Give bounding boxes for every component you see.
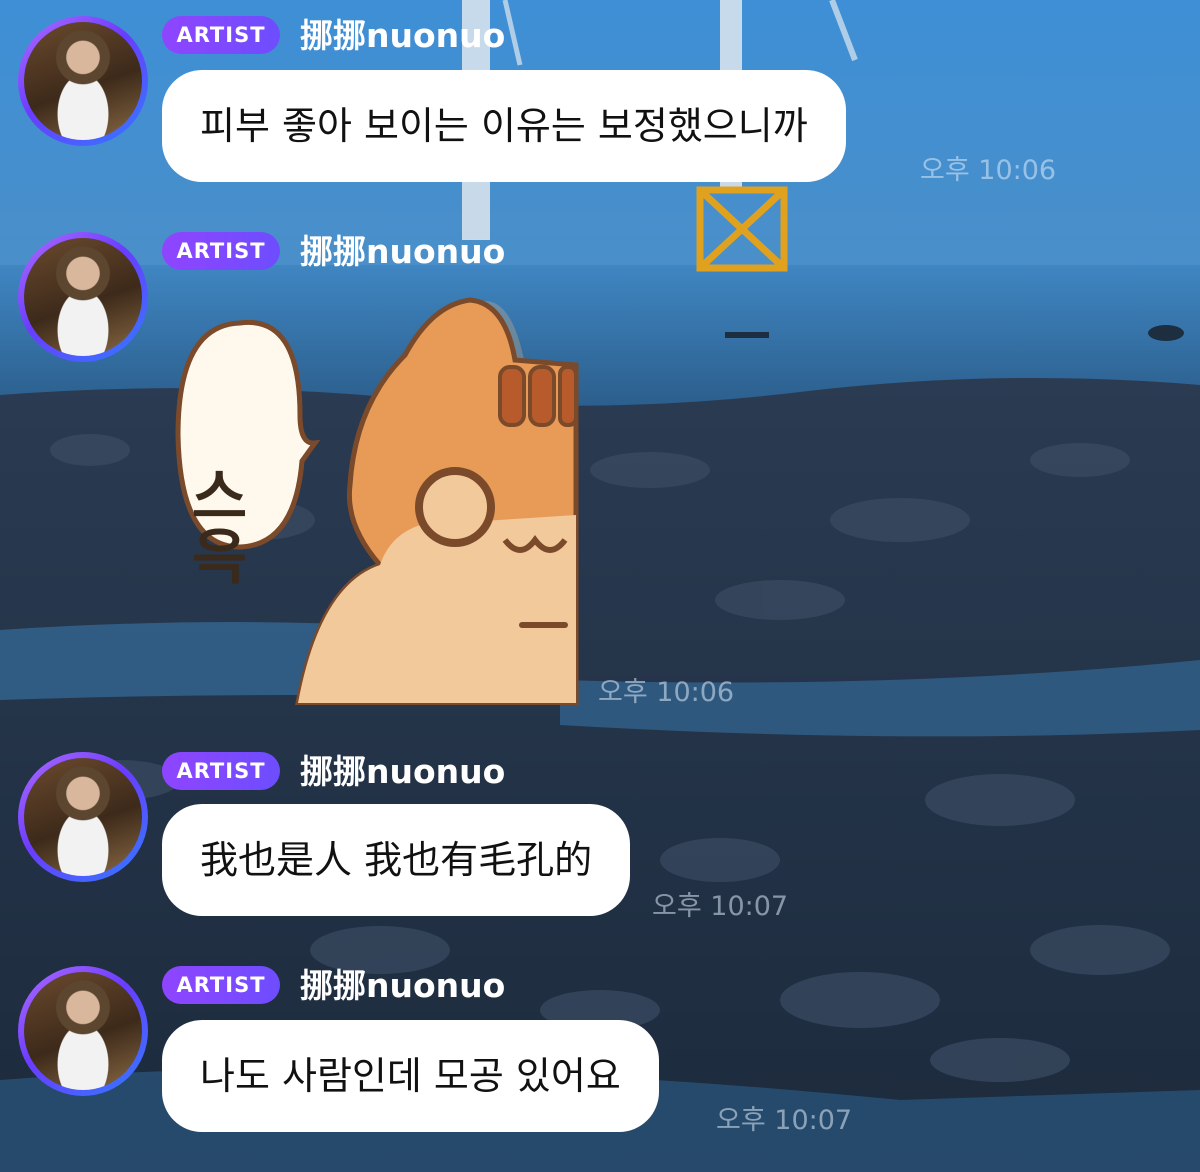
timestamp: 오후 10:07: [652, 891, 789, 922]
avatar[interactable]: [18, 752, 148, 882]
avatar-photo-icon: [24, 22, 142, 140]
sticker-speech-text: 스윽: [179, 465, 249, 585]
message-bubble[interactable]: 나도 사람인데 모공 있어요: [162, 1020, 659, 1132]
artist-badge: ARTIST: [162, 16, 280, 54]
avatar[interactable]: [18, 232, 148, 362]
sender-name[interactable]: 挪挪nuonuo: [300, 966, 505, 1006]
sender-name[interactable]: 挪挪nuonuo: [300, 16, 505, 56]
avatar-photo-icon: [24, 758, 142, 876]
avatar[interactable]: [18, 966, 148, 1096]
avatar[interactable]: [18, 16, 148, 146]
message-bubble[interactable]: 我也是人 我也有毛孔的: [162, 804, 631, 916]
sender-name[interactable]: 挪挪nuonuo: [300, 232, 505, 272]
avatar-photo-icon: [24, 972, 142, 1090]
cat-sticker-icon[interactable]: 스윽: [170, 285, 580, 705]
timestamp: 오후 10:06: [598, 677, 735, 708]
timestamp: 오후 10:07: [716, 1105, 853, 1136]
message-bubble[interactable]: 피부 좋아 보이는 이유는 보정했으니까: [162, 70, 846, 182]
artist-badge: ARTIST: [162, 752, 280, 790]
timestamp: 오후 10:06: [920, 155, 1057, 186]
artist-badge: ARTIST: [162, 232, 280, 270]
avatar-photo-icon: [24, 238, 142, 356]
artist-badge: ARTIST: [162, 966, 280, 1004]
sender-name[interactable]: 挪挪nuonuo: [300, 752, 505, 792]
